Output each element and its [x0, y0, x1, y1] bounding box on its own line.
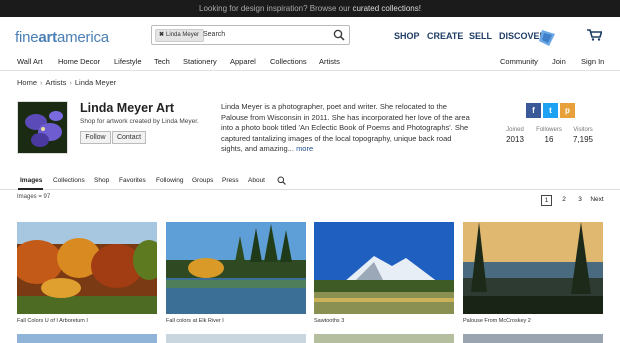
stat-visitors-value: 7,195 [572, 135, 594, 144]
promo-bar: Looking for design inspiration? Browse o… [0, 0, 620, 17]
nav-shop[interactable]: SHOP [394, 31, 420, 41]
subnav-collections[interactable]: Collections [270, 57, 307, 66]
cart-icon[interactable] [587, 29, 602, 41]
tab-search-icon[interactable] [277, 176, 286, 185]
search-filter-chip[interactable]: ✖ Linda Meyer [155, 29, 205, 42]
artist-subtitle: Shop for artwork created by Linda Meyer. [80, 118, 199, 125]
contact-button[interactable]: Contact [112, 131, 146, 144]
follow-button[interactable]: Follow [80, 131, 111, 144]
stat-joined-value: 2013 [506, 135, 524, 144]
logo-part-america: america [56, 29, 109, 46]
subnav-community[interactable]: Community [500, 57, 538, 66]
search-icon[interactable] [333, 29, 345, 41]
subnav-apparel[interactable]: Apparel [230, 57, 256, 66]
remove-chip-icon[interactable]: ✖ [159, 32, 164, 38]
subnav-wall-art[interactable]: Wall Art [17, 57, 43, 66]
image-count: Images = 97 [17, 194, 51, 200]
logo-part-fine: fine [15, 29, 39, 46]
stat-visitors-label: Visitors [573, 127, 593, 133]
artwork-title[interactable]: Sawtooths 3 [314, 318, 344, 324]
promo-text: Looking for design inspiration? Browse o… [199, 4, 351, 13]
nav-create[interactable]: CREATE [427, 31, 463, 41]
page-1[interactable]: 1 [541, 195, 552, 206]
artwork-title[interactable]: Fall Colors U of I Arboretum I [17, 318, 88, 324]
artwork-title[interactable]: Palouse From McCroskey 2 [463, 318, 531, 324]
search-box[interactable]: ✖ Linda Meyer Search [151, 25, 350, 45]
artwork-thumbnail[interactable] [166, 222, 306, 314]
artist-bio: Linda Meyer is a photographer, poet and … [221, 102, 471, 155]
tab-collections[interactable]: Collections [53, 177, 85, 184]
subnav-join[interactable]: Join [552, 57, 566, 66]
tab-about[interactable]: About [248, 177, 265, 184]
artwork-thumbnail[interactable] [314, 222, 454, 314]
search-input[interactable]: Search [203, 31, 225, 38]
tab-images[interactable]: Images [20, 177, 42, 184]
site-header: fineartamerica ✖ Linda Meyer Search SHOP … [0, 17, 620, 54]
active-tab-indicator [18, 188, 43, 190]
tab-following[interactable]: Following [156, 177, 183, 184]
subnav-home-decor[interactable]: Home Decor [58, 57, 100, 66]
stat-joined-label: Joined [506, 127, 524, 133]
tab-press[interactable]: Press [222, 177, 239, 184]
subnav-stationery[interactable]: Stationery [183, 57, 217, 66]
artwork-thumbnail-partial[interactable] [314, 334, 454, 343]
logo-part-art: art [38, 29, 57, 46]
breadcrumb: Home › Artists › Linda Meyer [17, 78, 116, 87]
avatar-flower-image [18, 102, 67, 153]
facebook-share-icon[interactable]: f [526, 103, 541, 118]
artwork-image [166, 222, 306, 314]
search-chip-label: Linda Meyer [166, 32, 200, 38]
page-3[interactable]: 3 [575, 195, 585, 206]
artist-name: Linda Meyer Art [80, 101, 175, 115]
twitter-share-icon[interactable]: t [543, 103, 558, 118]
curated-collections-link[interactable]: curated collections! [352, 4, 420, 13]
profile-tabs: Images Collections Shop Favorites Follow… [0, 172, 620, 190]
artwork-image [17, 222, 157, 314]
breadcrumb-separator-icon: › [40, 78, 43, 87]
artwork-thumbnail[interactable] [463, 222, 603, 314]
artist-avatar[interactable] [17, 101, 68, 154]
breadcrumb-current: Linda Meyer [74, 78, 117, 87]
site-logo[interactable]: fineartamerica [15, 29, 109, 46]
artwork-thumbnail-partial[interactable] [166, 334, 306, 343]
breadcrumb-artists[interactable]: Artists [46, 78, 67, 87]
artwork-thumbnail[interactable] [17, 222, 157, 314]
artwork-thumbnail-partial[interactable] [17, 334, 157, 343]
bio-more-link[interactable]: more [296, 144, 313, 153]
artwork-title[interactable]: Fall colors at Elk River I [166, 318, 224, 324]
nav-sell[interactable]: SELL [469, 31, 492, 41]
stat-followers-value: 16 [544, 135, 554, 144]
breadcrumb-separator-icon: › [69, 78, 72, 87]
artwork-image [463, 222, 603, 314]
discover-badge-icon [539, 30, 555, 46]
pinterest-share-icon[interactable]: p [560, 103, 575, 118]
breadcrumb-home[interactable]: Home [17, 78, 37, 87]
artwork-thumbnail-partial[interactable] [463, 334, 603, 343]
page-2[interactable]: 2 [559, 195, 569, 206]
subnav-tech[interactable]: Tech [154, 57, 170, 66]
subnav-lifestyle[interactable]: Lifestyle [114, 57, 142, 66]
subnav-sign-in[interactable]: Sign In [581, 57, 604, 66]
subnav-artists[interactable]: Artists [319, 57, 340, 66]
artwork-image [314, 222, 454, 314]
tab-shop[interactable]: Shop [94, 177, 109, 184]
tab-favorites[interactable]: Favorites [119, 177, 146, 184]
bio-text: Linda Meyer is a photographer, poet and … [221, 102, 470, 153]
tab-groups[interactable]: Groups [192, 177, 213, 184]
category-nav: Wall Art Home Decor Lifestyle Tech Stati… [0, 54, 620, 71]
page-next[interactable]: Next [589, 195, 605, 206]
stat-followers-label: Followers [536, 127, 562, 133]
